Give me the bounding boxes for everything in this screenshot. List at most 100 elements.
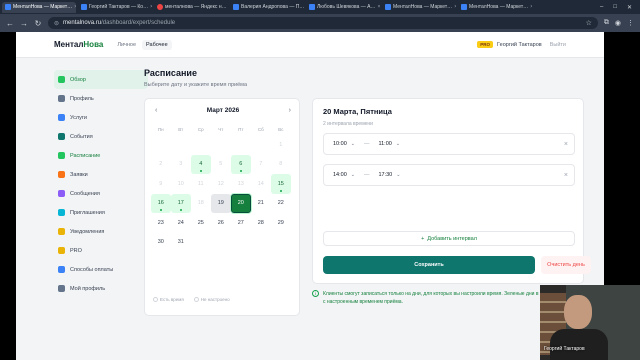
menu-icon[interactable]: ⋮	[627, 19, 634, 27]
user-menu[interactable]: PRO Георгий Тактаров Выйти	[477, 41, 566, 48]
calendar-day[interactable]: 19	[211, 193, 231, 213]
calendar-day[interactable]: 22	[271, 194, 291, 214]
close-tab-icon[interactable]: ×	[150, 4, 152, 10]
browser-tab[interactable]: Георгий Тактаров — Ко… ×	[78, 2, 152, 13]
sidebar-item[interactable]: Приглашения	[54, 203, 148, 222]
save-button[interactable]: Сохранить	[323, 256, 535, 274]
calendar-day[interactable]: 9	[151, 174, 171, 194]
browser-tab[interactable]: Валерия Андропова — П…×	[230, 2, 304, 13]
site-info-icon[interactable]: ⊜	[54, 20, 59, 27]
calendar-day[interactable]: 20	[231, 193, 251, 213]
clear-day-button[interactable]: Очистить день	[541, 256, 591, 274]
calendar-day[interactable]: 27	[231, 213, 251, 233]
calendar-day[interactable]: 30	[151, 233, 171, 253]
reload-icon[interactable]: ↻	[34, 19, 42, 28]
calendar-day[interactable]: 26	[211, 213, 231, 233]
close-tab-icon[interactable]: ×	[378, 4, 380, 10]
calendar-day[interactable]: 15	[271, 174, 291, 194]
calendar-day[interactable]: 8	[271, 155, 291, 175]
calendar-day[interactable]: 16	[151, 193, 171, 213]
calendar-day[interactable]: 21	[251, 194, 271, 214]
calendar-day[interactable]: 4	[191, 154, 211, 174]
calendar-day[interactable]: 25	[191, 213, 211, 233]
star-icon	[58, 247, 65, 254]
maximize-icon[interactable]: □	[613, 4, 617, 11]
time-slot: 14:00 ⌄ — 17:30 ⌄ ×	[323, 164, 575, 186]
sidebar-item[interactable]: PRO	[54, 241, 148, 260]
sidebar-item[interactable]: Сообщения	[54, 184, 148, 203]
grid-icon	[58, 76, 65, 83]
extensions-icon[interactable]: ⧉	[604, 19, 609, 27]
webcam-overlay: Георгий Тактаров	[540, 285, 640, 360]
day-subtitle: 2 интервала времени	[323, 121, 373, 127]
calendar-day[interactable]: 1	[271, 135, 291, 155]
add-interval-button[interactable]: + Добавить интервал	[323, 231, 575, 246]
site-icon	[461, 4, 467, 10]
browser-tabbar: МенталНова — Маркет… × Георгий Тактаров — …	[0, 0, 640, 14]
from-time-select[interactable]: 10:00 ⌄	[330, 139, 358, 149]
sidebar-item[interactable]: Расписание	[54, 146, 148, 165]
tab-label: Валерия Андропова — П…	[241, 4, 304, 10]
mode-personal[interactable]: Личное	[113, 40, 140, 50]
to-time-select[interactable]: 17:30 ⌄	[375, 170, 403, 180]
browser-tab[interactable]: МенталНова — Маркет… ×	[2, 1, 76, 13]
profile-icon[interactable]: ◉	[615, 19, 621, 27]
page-title: Расписание	[144, 68, 197, 78]
calendar-day[interactable]: 18	[191, 194, 211, 214]
browser-tab[interactable]: МенталНова — Маркет… ×	[382, 2, 456, 13]
sidebar-item-label: PRO	[70, 247, 82, 254]
browser-tab[interactable]: МенталНова — Маркет… ×	[458, 2, 532, 13]
calendar-day[interactable]: 24	[171, 213, 191, 233]
calendar-day[interactable]: 2	[151, 155, 171, 175]
remove-slot-icon[interactable]: ×	[564, 141, 568, 148]
sidebar-item[interactable]: Уведомления	[54, 222, 148, 241]
sidebar-item[interactable]: Способы оплаты	[54, 260, 148, 279]
calendar-day[interactable]: 3	[171, 155, 191, 175]
prev-month-icon[interactable]: ‹	[155, 107, 157, 114]
calendar-day[interactable]: 13	[231, 174, 251, 194]
calendar-day[interactable]: 7	[251, 155, 271, 175]
close-tab-icon[interactable]: ×	[454, 4, 456, 10]
sidebar-item[interactable]: События	[54, 127, 148, 146]
calendar-day[interactable]: 29	[271, 213, 291, 233]
range-dash: —	[363, 141, 370, 147]
tab-label: Любовь Шевякова — А…	[317, 4, 376, 10]
from-time-value: 10:00	[333, 141, 347, 147]
sidebar-item[interactable]: Услуги	[54, 108, 148, 127]
logo[interactable]: МенталНова	[54, 40, 103, 49]
back-icon[interactable]: ←	[6, 19, 14, 28]
range-dash: —	[363, 172, 370, 178]
calendar-day[interactable]: 12	[211, 174, 231, 194]
url-field[interactable]: ⊜ mentalnova.ru/dashboard/expert/schedul…	[48, 17, 598, 29]
sidebar-item[interactable]: Заявки	[54, 165, 148, 184]
sidebar-item-label: Профиль	[70, 95, 94, 102]
close-tab-icon[interactable]: ×	[74, 4, 76, 10]
calendar-day[interactable]: 31	[171, 233, 191, 253]
tab-label: Георгий Тактаров — Ко…	[89, 4, 149, 10]
logout-link[interactable]: Выйти	[550, 42, 566, 48]
browser-tab[interactable]: менталнова — Яндекс н…×	[154, 2, 228, 13]
calendar-day[interactable]: 14	[251, 174, 271, 194]
mode-work[interactable]: Рабочее	[142, 39, 172, 50]
calendar-day[interactable]: 5	[211, 155, 231, 175]
calendar-day[interactable]: 11	[191, 174, 211, 194]
minimize-icon[interactable]: –	[600, 4, 603, 11]
to-time-select[interactable]: 11:00 ⌄	[375, 139, 403, 149]
bookmark-star-icon[interactable]: ☆	[586, 19, 592, 27]
browser-tab[interactable]: Любовь Шевякова — А… ×	[306, 2, 380, 13]
sidebar-item[interactable]: Мой профиль	[54, 279, 148, 298]
sidebar-item[interactable]: Обзор	[54, 70, 148, 89]
sidebar-item[interactable]: Профиль	[54, 89, 148, 108]
calendar-day[interactable]: 10	[171, 174, 191, 194]
calendar-day[interactable]: 17	[171, 193, 191, 213]
calendar-day[interactable]: 6	[231, 154, 251, 174]
calendar-day[interactable]: 28	[251, 213, 271, 233]
remove-slot-icon[interactable]: ×	[564, 172, 568, 179]
calendar-day[interactable]: 23	[151, 213, 171, 233]
close-window-icon[interactable]: ✕	[627, 4, 632, 11]
weekday-label: Ср	[197, 127, 204, 132]
next-month-icon[interactable]: ›	[289, 107, 291, 114]
from-time-select[interactable]: 14:00 ⌄	[330, 170, 358, 180]
close-tab-icon[interactable]: ×	[530, 4, 532, 10]
forward-icon[interactable]: →	[20, 19, 28, 28]
